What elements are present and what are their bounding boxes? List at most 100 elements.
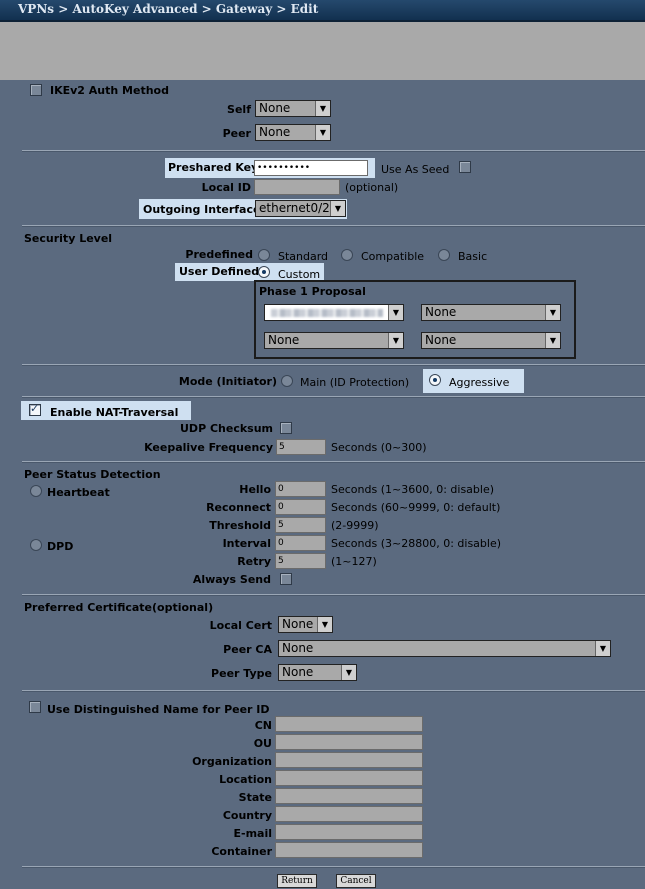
divider (22, 225, 645, 227)
threshold-hint: (2-9999) (331, 519, 379, 532)
phase1-proposal-2-select[interactable]: None ▼ (421, 304, 561, 321)
dn-cn-input[interactable] (275, 716, 423, 732)
mode-label: Mode (Initiator) (178, 375, 277, 388)
peer-type-label: Peer Type (211, 667, 272, 680)
use-dn-checkbox[interactable] (29, 701, 41, 713)
dn-field-label: Organization (192, 755, 272, 768)
title-bar: VPNs > AutoKey Advanced > Gateway > Edit (0, 0, 645, 22)
self-label: Self (227, 103, 251, 116)
chevron-down-icon: ▼ (315, 125, 330, 140)
peer-select-value: None (259, 125, 291, 139)
retry-hint: (1~127) (331, 555, 377, 568)
phase1-proposal-1-select[interactable]: ▼ (264, 304, 404, 321)
keepalive-input[interactable]: 5 (276, 439, 326, 455)
dn-field-label: CN (254, 719, 272, 732)
main-mode-radio[interactable] (281, 375, 293, 387)
peer-select[interactable]: None ▼ (255, 124, 331, 141)
basic-radio[interactable] (438, 249, 450, 261)
dn-field-label: Container (211, 845, 272, 858)
divider (22, 866, 645, 868)
dpd-label: DPD (47, 540, 74, 553)
psk-input[interactable]: •••••••••• (254, 160, 368, 176)
chevron-down-icon: ▼ (315, 101, 330, 116)
local-id-hint: (optional) (345, 181, 399, 194)
dn-country-input[interactable] (275, 806, 423, 822)
chevron-down-icon: ▼ (595, 641, 610, 656)
divider (22, 396, 645, 398)
dn-ou-input[interactable] (275, 734, 423, 750)
heartbeat-radio[interactable] (30, 485, 42, 497)
reconnect-input[interactable]: 0 (275, 499, 326, 515)
chevron-down-icon: ▼ (545, 333, 560, 348)
divider (22, 594, 645, 596)
hello-input[interactable]: 0 (275, 481, 326, 497)
cancel-button[interactable]: Cancel (336, 874, 376, 888)
phase1-proposal-2-value: None (425, 305, 457, 319)
interval-input[interactable]: 0 (275, 535, 326, 551)
outgoing-select-value: ethernet0/2 (259, 201, 330, 215)
dn-field-label: E-mail (233, 827, 272, 840)
use-dn-label: Use Distinguished Name for Peer ID (47, 703, 270, 716)
dn-field-label: Location (219, 773, 272, 786)
dn-organization-input[interactable] (275, 752, 423, 768)
divider (22, 150, 645, 152)
standard-radio[interactable] (258, 249, 270, 261)
retry-input[interactable]: 5 (275, 553, 326, 569)
security-level-title: Security Level (24, 232, 113, 245)
dn-field-label: OU (253, 737, 272, 750)
cert-title: Preferred Certificate(optional) (24, 601, 214, 614)
aggressive-radio[interactable] (429, 374, 441, 386)
peer-label: Peer (222, 127, 251, 140)
keepalive-hint: Seconds (0~300) (331, 441, 427, 454)
predefined-label: Predefined (185, 248, 253, 261)
udp-checksum-checkbox[interactable] (280, 422, 292, 434)
udp-checksum-label: UDP Checksum (180, 422, 273, 435)
phase1-proposal-4-select[interactable]: None ▼ (421, 332, 561, 349)
use-as-seed-label: Use As Seed (381, 163, 450, 176)
divider (22, 364, 645, 366)
dn-state-input[interactable] (275, 788, 423, 804)
return-button[interactable]: Return (277, 874, 317, 888)
aggressive-label: Aggressive (449, 376, 510, 389)
peer-ca-select[interactable]: None ▼ (278, 640, 611, 657)
nat-traversal-checkbox[interactable] (29, 402, 41, 416)
phase1-proposal-4-value: None (425, 333, 457, 347)
use-as-seed-checkbox[interactable] (459, 161, 471, 173)
main-mode-label: Main (ID Protection) (300, 376, 410, 389)
basic-label: Basic (458, 250, 488, 263)
phase1-proposal-3-select[interactable]: None ▼ (264, 332, 404, 349)
retry-label: Retry (237, 555, 271, 568)
local-cert-select[interactable]: None ▼ (278, 616, 333, 633)
chevron-down-icon: ▼ (545, 305, 560, 320)
compatible-label: Compatible (361, 250, 425, 263)
always-send-checkbox[interactable] (280, 573, 292, 585)
header-banner (0, 22, 645, 80)
threshold-input[interactable]: 5 (275, 517, 326, 533)
outgoing-select[interactable]: ethernet0/2 ▼ (255, 200, 346, 217)
phase1-proposal-3-value: None (268, 333, 300, 347)
redacted-value (271, 309, 383, 317)
always-send-label: Always Send (192, 573, 271, 586)
psd-title: Peer Status Detection (24, 468, 161, 481)
interval-hint: Seconds (3~28800, 0: disable) (331, 537, 502, 550)
dpd-radio[interactable] (30, 539, 42, 551)
reconnect-label: Reconnect (206, 501, 271, 514)
peer-ca-value: None (282, 641, 314, 655)
peer-type-select[interactable]: None ▼ (278, 664, 357, 681)
peer-ca-label: Peer CA (223, 643, 272, 656)
dn-field-label: Country (222, 809, 272, 822)
local-id-input[interactable] (254, 179, 340, 195)
phase1-title: Phase 1 Proposal (259, 285, 366, 298)
dn-location-input[interactable] (275, 770, 423, 786)
dn-email-input[interactable] (275, 824, 423, 840)
compatible-radio[interactable] (341, 249, 353, 261)
dn-container-input[interactable] (275, 842, 423, 858)
hello-hint: Seconds (1~3600, 0: disable) (331, 483, 495, 496)
chevron-down-icon: ▼ (388, 305, 403, 320)
ikev2-checkbox[interactable] (30, 84, 42, 96)
ikev2-label: IKEv2 Auth Method (50, 84, 169, 97)
user-defined-label: User Defined (179, 265, 260, 278)
local-cert-value: None (282, 617, 314, 631)
custom-radio[interactable] (258, 266, 270, 278)
self-select[interactable]: None ▼ (255, 100, 331, 117)
